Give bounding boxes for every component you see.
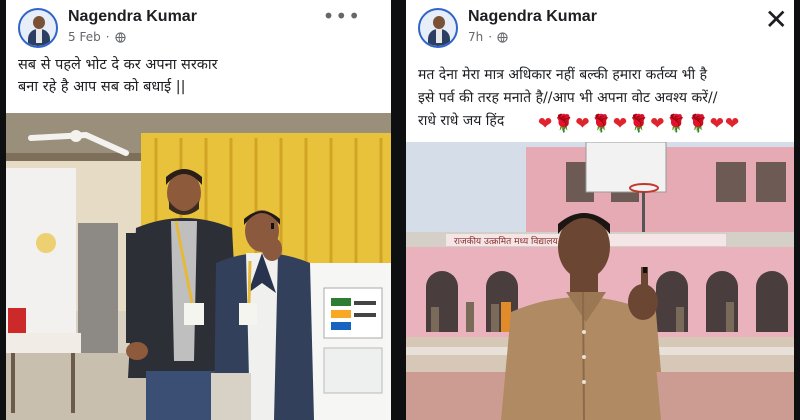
globe-icon [114, 31, 126, 43]
caption-line: सब से पहले भोट दे कर अपना सरकार [18, 57, 218, 73]
post-date[interactable]: 7h [468, 30, 483, 44]
polling-booth-photo [6, 113, 391, 420]
avatar[interactable] [418, 8, 458, 48]
post-photo[interactable] [6, 113, 391, 420]
author-name[interactable]: Nagendra Kumar [68, 8, 197, 26]
post-header: Nagendra Kumar 7h · ✕ [418, 6, 788, 48]
post-meta: 5 Feb · [68, 30, 126, 44]
more-horizontal-icon[interactable]: ••• [323, 4, 361, 28]
post-caption: सब से पहले भोट दे कर अपना सरकार बना रहे … [18, 54, 381, 98]
globe-icon [497, 31, 508, 43]
post-card-right: Nagendra Kumar 7h · ✕ मत देना मेरा मात्र… [406, 0, 794, 420]
caption-line: मत देना मेरा मात्र अधिकार नहीं बल्की हमा… [418, 67, 708, 83]
caption-line: इसे पर्व की तरह मनाते है//आप भी अपना वोट… [418, 90, 718, 106]
post-photo[interactable]: राजकीय उत्क्रमित मध्य विद्यालय ... ग्राम… [406, 142, 794, 420]
post-meta: 7h · [468, 30, 508, 44]
caption-line: बना रहे है आप सब को बधाई || [18, 79, 186, 95]
close-icon[interactable]: ✕ [765, 6, 788, 34]
author-name[interactable]: Nagendra Kumar [468, 8, 597, 26]
avatar[interactable] [18, 8, 58, 48]
polling-school-photo: राजकीय उत्क्रमित मध्य विद्यालय ... ग्राम… [406, 142, 794, 420]
emoji-row: ❤🌹❤🌹❤🌹❤🌹🌹❤❤ [538, 114, 741, 134]
post-header: Nagendra Kumar 5 Feb · ••• [18, 4, 379, 48]
post-date[interactable]: 5 Feb [68, 30, 101, 44]
post-card-left: Nagendra Kumar 5 Feb · ••• सब से पहले भो… [6, 0, 391, 420]
